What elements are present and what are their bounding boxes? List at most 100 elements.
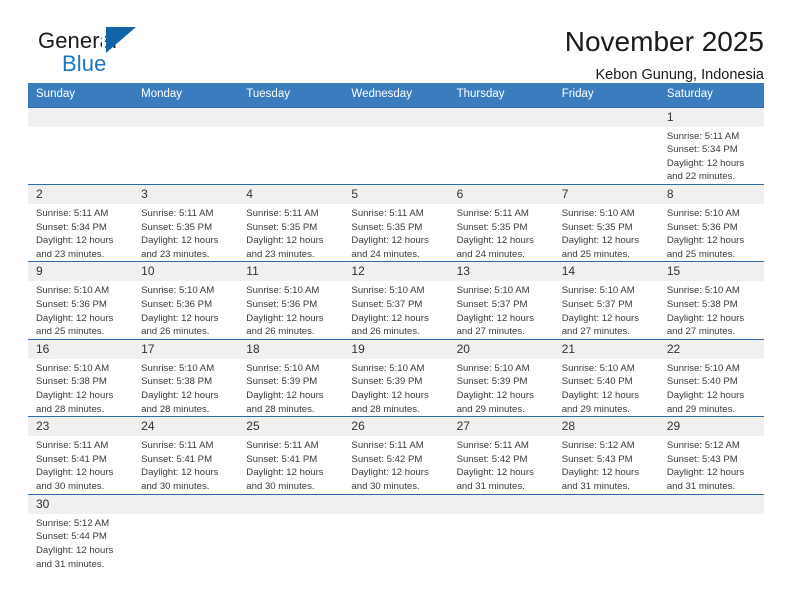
calendar-day-cell-empty [238, 106, 344, 185]
day-sun-info: Sunrise: 5:11 AM Sunset: 5:41 PM Daylight:… [28, 436, 133, 493]
calendar-day-cell[interactable]: 18 Sunrise: 5:10 AM Sunset: 5:39 PM Dayligh… [238, 338, 344, 417]
daylight-text: Daylight: 12 hours and 23 minutes. [141, 235, 219, 260]
calendar-day-cell[interactable]: 6 Sunrise: 5:11 AM Sunset: 5:35 PM Daylight… [448, 183, 554, 262]
sunrise-text: Sunrise: 5:10 AM [561, 362, 635, 374]
calendar-day-cell[interactable]: 14 Sunrise: 5:10 AM Sunset: 5:37 PM Dayligh… [553, 261, 659, 340]
day-number: 29 [658, 417, 764, 437]
sunset-text: Sunset: 5:43 PM [561, 453, 633, 465]
day-sun-info: Sunrise: 5:11 AM Sunset: 5:34 PM Daylight:… [28, 204, 133, 261]
sunset-text: Sunset: 5:39 PM [456, 376, 528, 388]
calendar-day-cell[interactable]: 27 Sunrise: 5:11 AM Sunset: 5:42 PM Dayligh… [448, 416, 554, 495]
sunset-text: Sunset: 5:40 PM [666, 376, 738, 388]
sunset-text: Sunset: 5:35 PM [141, 221, 213, 233]
day-number: 14 [553, 262, 659, 282]
calendar-day-cell[interactable]: 22 Sunrise: 5:10 AM Sunset: 5:40 PM Dayligh… [658, 338, 764, 417]
day-number [238, 494, 344, 514]
day-number: 30 [28, 494, 134, 514]
calendar-day-cell[interactable]: 9 Sunrise: 5:10 AM Sunset: 5:36 PM Daylight… [28, 261, 134, 340]
calendar-day-cell[interactable]: 11 Sunrise: 5:10 AM Sunset: 5:36 PM Dayligh… [238, 261, 344, 340]
calendar-day-cell[interactable]: 8 Sunrise: 5:10 AM Sunset: 5:36 PM Daylight… [658, 183, 764, 262]
day-number: 7 [553, 184, 659, 204]
calendar-day-cell[interactable]: 4 Sunrise: 5:11 AM Sunset: 5:35 PM Daylight… [238, 183, 344, 262]
calendar-week-row: 9 Sunrise: 5:10 AM Sunset: 5:36 PM Daylight… [28, 261, 764, 340]
calendar-day-cell[interactable]: 10 Sunrise: 5:10 AM Sunset: 5:36 PM Dayligh… [133, 261, 239, 340]
calendar-day-cell-empty [553, 106, 659, 185]
sunset-text: Sunset: 5:36 PM [141, 298, 213, 310]
day-sun-info: Sunrise: 5:10 AM Sunset: 5:40 PM Daylight:… [659, 359, 764, 416]
calendar-day-cell[interactable]: 23 Sunrise: 5:11 AM Sunset: 5:41 PM Dayligh… [28, 416, 134, 495]
calendar-day-cell[interactable]: 3 Sunrise: 5:11 AM Sunset: 5:35 PM Daylight… [133, 183, 239, 262]
day-number [133, 107, 239, 127]
daylight-text: Daylight: 12 hours and 26 minutes. [246, 312, 324, 338]
calendar-day-cell[interactable]: 26 Sunrise: 5:11 AM Sunset: 5:42 PM Dayligh… [343, 416, 449, 495]
day-sun-info: Sunrise: 5:10 AM Sunset: 5:38 PM Daylight:… [659, 281, 764, 338]
logo-text-blue: Blue [62, 51, 107, 76]
calendar-week-row: 30 Sunrise: 5:12 AM Sunset: 5:44 PM Dayligh… [28, 493, 764, 572]
sunset-text: Sunset: 5:37 PM [561, 298, 633, 310]
calendar-day-cell[interactable]: 28 Sunrise: 5:12 AM Sunset: 5:43 PM Dayligh… [553, 416, 659, 495]
sunset-text: Sunset: 5:34 PM [666, 144, 738, 156]
calendar-day-cell[interactable]: 25 Sunrise: 5:11 AM Sunset: 5:41 PM Dayligh… [238, 416, 344, 495]
calendar-day-cell-empty [238, 493, 344, 572]
calendar-day-cell[interactable]: 15 Sunrise: 5:10 AM Sunset: 5:38 PM Dayligh… [658, 261, 764, 340]
weekday-header-wednesday: Wednesday [343, 83, 449, 107]
sunrise-text: Sunrise: 5:12 AM [36, 517, 110, 529]
calendar-day-cell-empty [28, 106, 134, 185]
calendar-day-cell[interactable]: 2 Sunrise: 5:11 AM Sunset: 5:34 PM Daylight… [28, 183, 134, 262]
day-sun-info: Sunrise: 5:10 AM Sunset: 5:38 PM Daylight:… [133, 359, 238, 416]
day-number: 25 [238, 417, 344, 437]
calendar-day-cell[interactable]: 1 Sunrise: 5:11 AM Sunset: 5:34 PM Daylight… [658, 106, 764, 185]
sunset-text: Sunset: 5:43 PM [666, 453, 738, 465]
calendar-day-cell[interactable]: 13 Sunrise: 5:10 AM Sunset: 5:37 PM Dayligh… [448, 261, 554, 340]
day-number: 1 [658, 107, 764, 127]
daylight-text: Daylight: 12 hours and 25 minutes. [561, 235, 640, 260]
daylight-text: Daylight: 12 hours and 25 minutes. [36, 312, 114, 338]
day-sun-info: Sunrise: 5:11 AM Sunset: 5:35 PM Daylight:… [449, 204, 554, 261]
calendar-day-cell[interactable]: 16 Sunrise: 5:10 AM Sunset: 5:38 PM Dayligh… [28, 338, 134, 417]
daylight-text: Daylight: 12 hours and 28 minutes. [141, 390, 219, 415]
day-sun-info: Sunrise: 5:11 AM Sunset: 5:41 PM Daylight:… [133, 436, 238, 493]
calendar-day-cell[interactable]: 17 Sunrise: 5:10 AM Sunset: 5:38 PM Dayligh… [133, 338, 239, 417]
calendar-week-row: 1 Sunrise: 5:11 AM Sunset: 5:34 PM Daylight… [28, 106, 764, 185]
day-number: 27 [448, 417, 554, 437]
day-number: 4 [238, 184, 344, 204]
sunset-text: Sunset: 5:38 PM [141, 376, 213, 388]
day-number: 6 [448, 184, 554, 204]
sunset-text: Sunset: 5:41 PM [141, 453, 213, 465]
sunset-text: Sunset: 5:36 PM [36, 298, 107, 310]
calendar-day-cell[interactable]: 12 Sunrise: 5:10 AM Sunset: 5:37 PM Dayligh… [343, 261, 449, 340]
day-number [448, 107, 554, 127]
sunrise-text: Sunrise: 5:10 AM [141, 285, 215, 297]
calendar-day-cell[interactable]: 29 Sunrise: 5:12 AM Sunset: 5:43 PM Dayligh… [658, 416, 764, 495]
calendar-day-cell[interactable]: 24 Sunrise: 5:11 AM Sunset: 5:41 PM Dayligh… [133, 416, 239, 495]
daylight-text: Daylight: 12 hours and 28 minutes. [36, 390, 114, 415]
sunset-text: Sunset: 5:41 PM [246, 453, 318, 465]
calendar-day-cell[interactable]: 30 Sunrise: 5:12 AM Sunset: 5:44 PM Dayligh… [28, 493, 134, 572]
sunset-text: Sunset: 5:39 PM [246, 376, 318, 388]
calendar-day-cell-empty [448, 493, 554, 572]
sunset-text: Sunset: 5:41 PM [36, 453, 107, 465]
calendar-day-cell[interactable]: 7 Sunrise: 5:10 AM Sunset: 5:35 PM Daylight… [553, 183, 659, 262]
day-number: 8 [658, 184, 764, 204]
sunset-text: Sunset: 5:35 PM [246, 221, 318, 233]
calendar-day-cell[interactable]: 19 Sunrise: 5:10 AM Sunset: 5:39 PM Dayligh… [343, 338, 449, 417]
day-sun-info: Sunrise: 5:11 AM Sunset: 5:42 PM Daylight:… [449, 436, 554, 493]
day-number: 2 [28, 184, 134, 204]
day-sun-info: Sunrise: 5:12 AM Sunset: 5:43 PM Daylight:… [659, 436, 764, 493]
calendar-day-cell[interactable]: 21 Sunrise: 5:10 AM Sunset: 5:40 PM Dayligh… [553, 338, 659, 417]
sunrise-text: Sunrise: 5:11 AM [36, 440, 109, 452]
sunrise-text: Sunrise: 5:11 AM [246, 207, 319, 219]
sunset-text: Sunset: 5:44 PM [36, 531, 107, 543]
calendar-day-cell[interactable]: 5 Sunrise: 5:11 AM Sunset: 5:35 PM Daylight… [343, 183, 449, 262]
day-number [133, 494, 239, 514]
day-sun-info: Sunrise: 5:10 AM Sunset: 5:37 PM Daylight:… [554, 281, 659, 338]
calendar-day-cell[interactable]: 20 Sunrise: 5:10 AM Sunset: 5:39 PM Dayligh… [448, 338, 554, 417]
sunset-text: Sunset: 5:42 PM [351, 453, 423, 465]
weekday-header-sunday: Sunday [28, 83, 134, 107]
day-number: 10 [133, 262, 239, 282]
daylight-text: Daylight: 12 hours and 30 minutes. [351, 467, 429, 493]
calendar-day-cell-empty [658, 493, 764, 572]
daylight-text: Daylight: 12 hours and 31 minutes. [666, 467, 745, 493]
sunset-text: Sunset: 5:35 PM [351, 221, 423, 233]
day-sun-info: Sunrise: 5:10 AM Sunset: 5:39 PM Daylight:… [449, 359, 554, 416]
